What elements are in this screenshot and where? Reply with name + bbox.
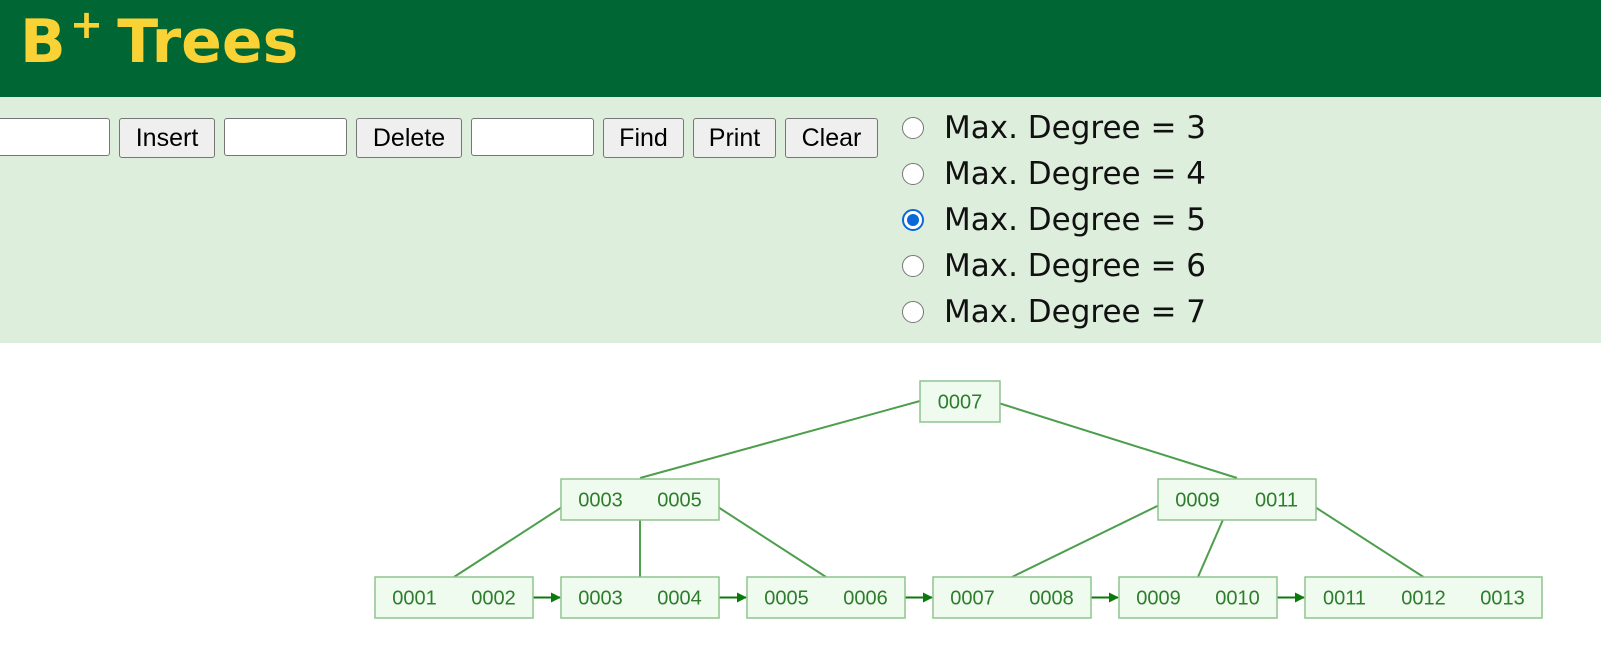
leaf-node-1: 0003 0004: [560, 576, 720, 619]
leaf-node-0-key-1: 0002: [471, 588, 516, 610]
page-title: B + Trees: [20, 2, 299, 85]
leaf-node-2: 0005 0006: [746, 576, 906, 619]
root-node-key-0: 0007: [938, 392, 983, 414]
degree-7-label: Max. Degree = 7: [944, 294, 1207, 330]
internal-node-0: 0003 0005: [560, 478, 720, 521]
degree-7-radio[interactable]: [902, 301, 924, 323]
leaf-node-3-key-0: 0007: [950, 588, 995, 610]
control-panel: Insert Delete Find Print Clear Max. Degr…: [0, 97, 1601, 343]
edge-internal-0-to-leaf-0: [453, 498, 575, 578]
title-superscript: +: [69, 2, 104, 48]
edge-internal-0-to-leaf-2: [705, 498, 827, 578]
leaf-node-1-key-1: 0004: [657, 588, 702, 610]
tree-nodes: 0001 0002 0003 0004 0005 0006 0007 0008 0009 0010…: [374, 380, 1543, 619]
degree-option-4[interactable]: Max. Degree = 4: [902, 154, 1206, 194]
app-header: B + Trees: [0, 0, 1601, 97]
title-rest: Trees: [117, 7, 299, 77]
clear-button[interactable]: Clear: [785, 118, 878, 158]
leaf-node-5-key-1: 0012: [1401, 588, 1446, 610]
edge-root-left: [639, 400, 921, 479]
internal-node-1-key-0: 0009: [1175, 490, 1220, 512]
bplus-tree-canvas: 0001 0002 0003 0004 0005 0006 0007 0008 0009 0010…: [374, 380, 1543, 619]
internal-node-0-key-1: 0005: [657, 490, 702, 512]
degree-3-label: Max. Degree = 3: [944, 110, 1207, 146]
edge-internal-1-to-leaf-3: [1011, 498, 1172, 578]
delete-button[interactable]: Delete: [356, 118, 462, 158]
leaf-node-3-key-1: 0008: [1029, 588, 1074, 610]
leaf-node-0: 0001 0002: [374, 576, 534, 619]
root-node: 0007: [919, 380, 1001, 423]
degree-option-7[interactable]: Max. Degree = 7: [902, 292, 1206, 332]
internal-node-1: 0009 0011: [1157, 478, 1317, 521]
insert-button[interactable]: Insert: [119, 118, 215, 158]
degree-option-6[interactable]: Max. Degree = 6: [902, 246, 1206, 286]
leaf-node-2-key-0: 0005: [764, 588, 809, 610]
leaf-node-5-key-2: 0013: [1480, 588, 1525, 610]
degree-4-radio[interactable]: [902, 163, 924, 185]
leaf-node-4: 0009 0010: [1118, 576, 1278, 619]
degree-6-label: Max. Degree = 6: [944, 248, 1207, 284]
degree-5-radio[interactable]: [902, 209, 924, 231]
leaf-node-4-key-0: 0009: [1136, 588, 1181, 610]
leaf-node-4-key-1: 0010: [1215, 588, 1260, 610]
print-button[interactable]: Print: [693, 118, 776, 158]
leaf-node-3: 0007 0008: [932, 576, 1092, 619]
leaf-node-2-key-1: 0006: [843, 588, 888, 610]
internal-node-0-key-0: 0003: [578, 490, 623, 512]
degree-3-radio[interactable]: [902, 117, 924, 139]
delete-input[interactable]: [224, 118, 347, 156]
find-input[interactable]: [471, 118, 594, 156]
degree-5-label: Max. Degree = 5: [944, 202, 1207, 238]
degree-option-5[interactable]: Max. Degree = 5: [902, 200, 1206, 240]
degree-6-radio[interactable]: [902, 255, 924, 277]
edge-internal-1-to-leaf-5: [1302, 498, 1425, 578]
insert-input[interactable]: [0, 118, 110, 156]
leaf-node-1-key-0: 0003: [578, 588, 623, 610]
find-button[interactable]: Find: [603, 118, 684, 158]
title-main: B: [20, 7, 66, 77]
degree-option-3[interactable]: Max. Degree = 3: [902, 108, 1206, 148]
leaf-node-5: 0011 0012 0013: [1304, 576, 1543, 619]
internal-node-1-key-1: 0011: [1255, 490, 1298, 512]
leaf-node-0-key-0: 0001: [392, 588, 437, 610]
edge-root-right: [991, 400, 1238, 479]
leaf-node-5-key-0: 0011: [1323, 588, 1366, 610]
degree-4-label: Max. Degree = 4: [944, 156, 1207, 192]
